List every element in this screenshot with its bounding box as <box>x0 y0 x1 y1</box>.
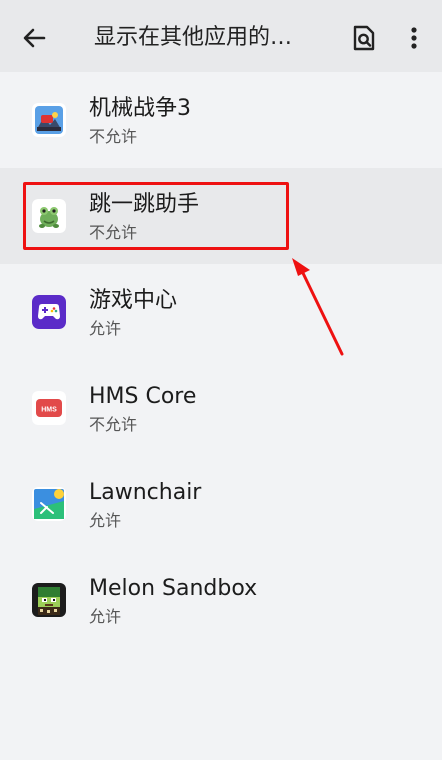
app-row-lawnchair[interactable]: Lawnchair 允许 <box>0 456 442 552</box>
app-row-jump-helper[interactable]: 跳一跳助手 不允许 <box>0 168 442 264</box>
app-name: 跳一跳助手 <box>89 192 200 217</box>
frog-icon <box>32 199 66 233</box>
lawnchair-icon <box>32 487 66 521</box>
app-list: 机械战争3 不允许 跳一跳助手 不允许 游戏中心 允许 HMS HMS Core… <box>0 72 442 648</box>
app-name: Lawnchair <box>89 480 202 505</box>
app-bar: 显示在其他应用的… <box>0 0 442 72</box>
app-status: 允许 <box>89 511 122 530</box>
app-name: Melon Sandbox <box>89 576 258 601</box>
more-vert-icon <box>411 27 417 49</box>
arrow-back-icon <box>23 28 46 48</box>
app-status: 不允许 <box>89 127 138 146</box>
app-status: 允许 <box>89 607 122 626</box>
more-options-button[interactable] <box>402 22 426 54</box>
back-button[interactable] <box>18 22 50 54</box>
hms-icon: HMS <box>32 391 66 425</box>
app-row-hms-core[interactable]: HMS HMS Core 不允许 <box>0 360 442 456</box>
app-row-mechanical-war-3[interactable]: 机械战争3 不允许 <box>0 72 442 168</box>
gamepad-icon <box>32 295 66 329</box>
mechanical-war-3-icon <box>32 103 66 137</box>
search-button[interactable] <box>349 22 379 54</box>
melon-sandbox-icon <box>32 583 66 617</box>
hms-icon-label: HMS <box>41 407 57 414</box>
app-name: 游戏中心 <box>89 288 178 313</box>
app-row-game-center[interactable]: 游戏中心 允许 <box>0 264 442 360</box>
app-status: 不允许 <box>89 415 138 434</box>
page-title: 显示在其他应用的… <box>94 25 293 50</box>
document-search-icon <box>353 25 375 51</box>
app-status: 不允许 <box>89 223 138 242</box>
app-row-melon-sandbox[interactable]: Melon Sandbox 允许 <box>0 552 442 648</box>
app-name: HMS Core <box>89 384 197 409</box>
app-status: 允许 <box>89 319 122 338</box>
app-name: 机械战争3 <box>89 96 191 121</box>
